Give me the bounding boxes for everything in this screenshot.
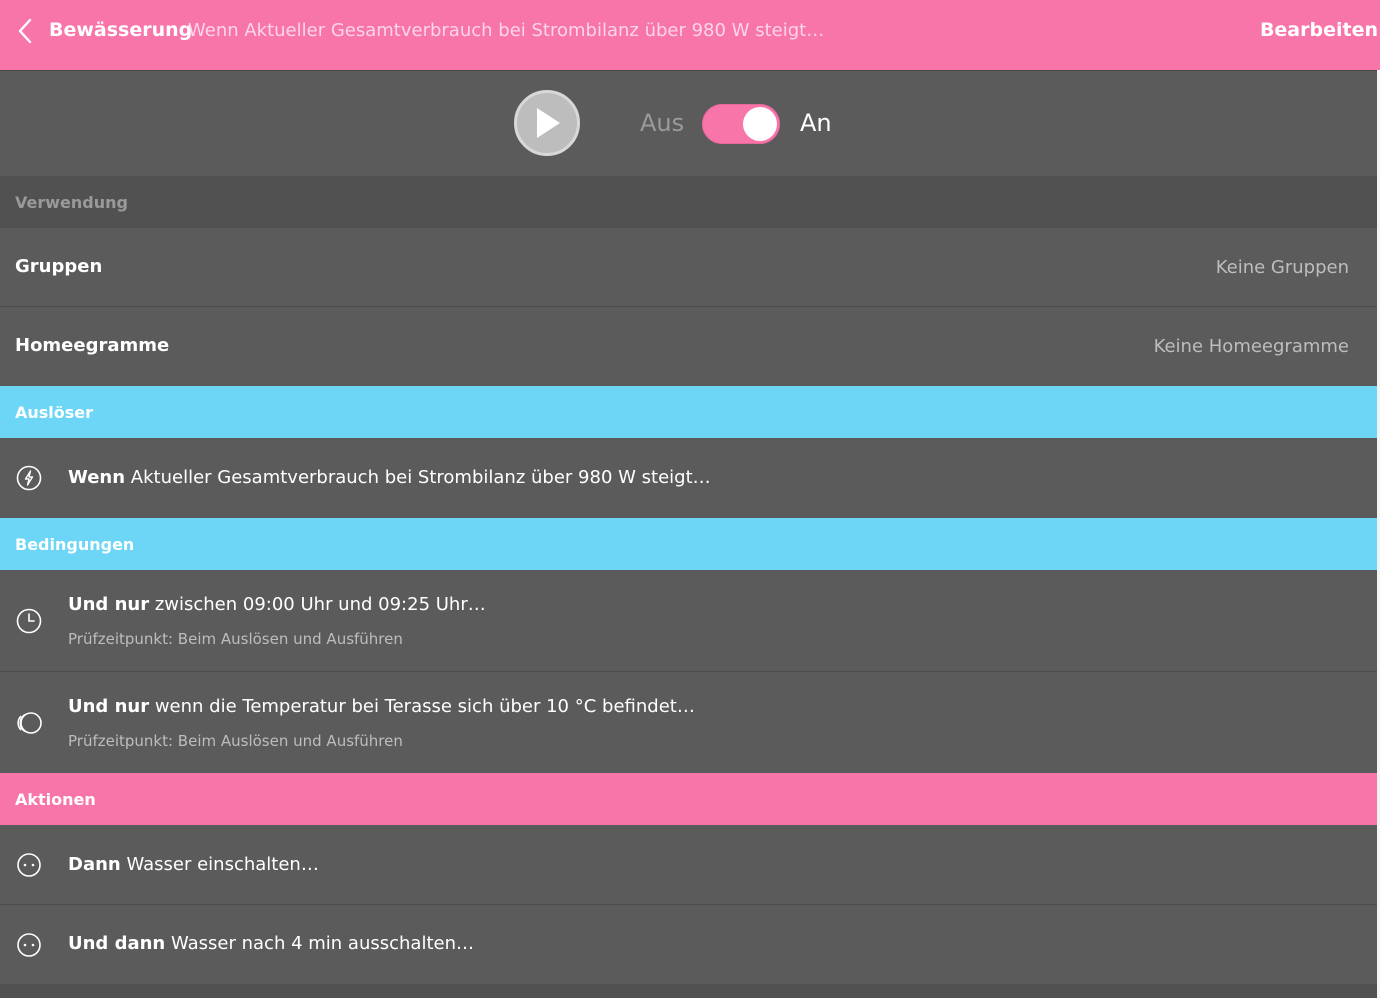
section-conditions: Bedingungen	[0, 518, 1377, 570]
clock-icon	[15, 607, 43, 635]
back-button[interactable]	[10, 15, 40, 47]
section-usage: Verwendung	[0, 176, 1377, 228]
condition-prefix: Und nur	[68, 696, 150, 717]
section-actions: Aktionen	[0, 773, 1377, 825]
condition-description: zwischen 09:00 Uhr und 09:25 Uhr…	[154, 594, 486, 615]
chevron-left-icon	[18, 18, 32, 44]
section-actions-title: Aktionen	[15, 789, 96, 809]
trigger-description: Aktueller Gesamtverbrauch bei Strombilan…	[130, 467, 711, 488]
condition-row[interactable]: Und nur zwischen 09:00 Uhr und 09:25 Uhr…	[0, 570, 1377, 672]
action-row[interactable]: Dann Wasser einschalten…	[0, 825, 1377, 905]
section-usage-title: Verwendung	[15, 192, 128, 212]
active-toggle[interactable]	[702, 104, 780, 144]
play-button[interactable]	[514, 90, 580, 156]
action-text: Und dann Wasser nach 4 min ausschalten…	[68, 933, 474, 954]
condition-description: wenn die Temperatur bei Terasse sich übe…	[154, 696, 695, 717]
toggle-knob	[743, 107, 777, 141]
action-row[interactable]: Und dann Wasser nach 4 min ausschalten…	[0, 905, 1377, 984]
trigger-text: Wenn Aktueller Gesamtverbrauch bei Strom…	[68, 467, 711, 488]
condition-check-time: Prüfzeitpunkt: Beim Auslösen und Ausführ…	[68, 630, 403, 648]
temperature-sensor-icon	[15, 709, 43, 737]
homeegrams-value: Keine Homeegramme	[1153, 336, 1349, 357]
section-conditions-title: Bedingungen	[15, 534, 135, 554]
edit-button[interactable]: Bearbeiten	[1260, 19, 1378, 41]
play-icon	[537, 108, 560, 138]
condition-prefix: Und nur	[68, 594, 150, 615]
action-description: Wasser einschalten…	[126, 854, 319, 875]
section-triggers-title: Auslöser	[15, 402, 94, 422]
control-bar: Aus An	[0, 70, 1377, 176]
action-prefix: Und dann	[68, 933, 166, 954]
groups-row[interactable]: Gruppen Keine Gruppen	[0, 228, 1377, 307]
water-valve-icon	[15, 931, 43, 959]
list-footer	[0, 984, 1377, 998]
condition-text: Und nur wenn die Temperatur bei Terasse …	[68, 696, 695, 717]
power-meter-icon	[15, 464, 43, 492]
toggle-off-label: Aus	[640, 109, 685, 137]
condition-check-time: Prüfzeitpunkt: Beim Auslösen und Ausführ…	[68, 732, 403, 750]
water-valve-icon	[15, 851, 43, 879]
toggle-on-label: An	[800, 109, 832, 137]
condition-text: Und nur zwischen 09:00 Uhr und 09:25 Uhr…	[68, 594, 486, 615]
section-triggers: Auslöser	[0, 386, 1377, 438]
groups-value: Keine Gruppen	[1215, 257, 1349, 278]
trigger-prefix: Wenn	[68, 467, 126, 488]
app-window: Aus An Verwendung Gruppen Keine Gruppen …	[0, 0, 1377, 998]
page-title: Bewässerung	[49, 19, 193, 41]
action-prefix: Dann	[68, 854, 121, 875]
homeegrams-label: Homeegramme	[15, 335, 170, 356]
condition-row[interactable]: Und nur wenn die Temperatur bei Terasse …	[0, 672, 1377, 774]
action-description: Wasser nach 4 min ausschalten…	[170, 933, 474, 954]
page-subtitle: Wenn Aktueller Gesamtverbrauch bei Strom…	[188, 20, 825, 41]
action-text: Dann Wasser einschalten…	[68, 854, 319, 875]
navigation-header: Bewässerung Wenn Aktueller Gesamtverbrau…	[0, 0, 1380, 70]
groups-label: Gruppen	[15, 256, 103, 277]
homeegrams-row[interactable]: Homeegramme Keine Homeegramme	[0, 307, 1377, 387]
trigger-row[interactable]: Wenn Aktueller Gesamtverbrauch bei Strom…	[0, 438, 1377, 518]
